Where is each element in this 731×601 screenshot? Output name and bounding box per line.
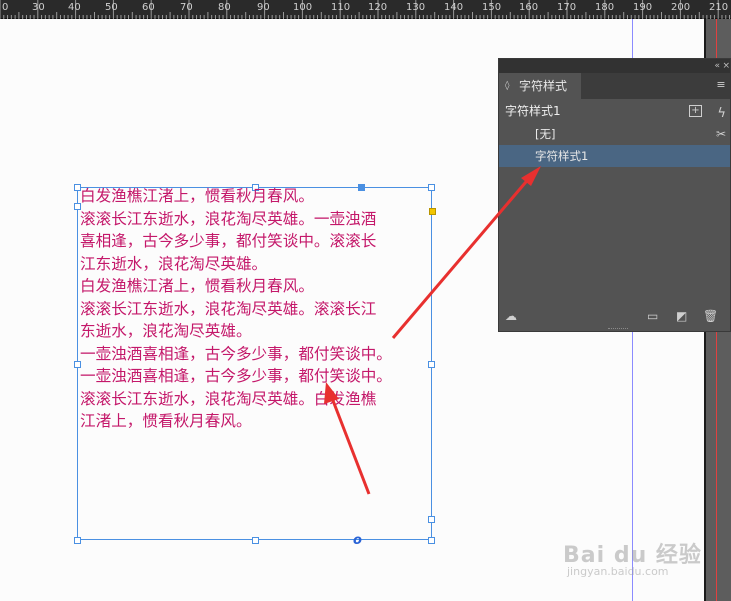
watermark-url: jingyan.baidu.com <box>567 565 669 578</box>
arrow-to-text <box>330 397 371 495</box>
arrow-head-text <box>324 382 339 404</box>
arrow-to-style <box>391 175 533 339</box>
baidu-watermark-logo: Bai du 经验 jingyan.baidu.com <box>563 537 703 587</box>
annotation-arrows <box>324 166 541 495</box>
